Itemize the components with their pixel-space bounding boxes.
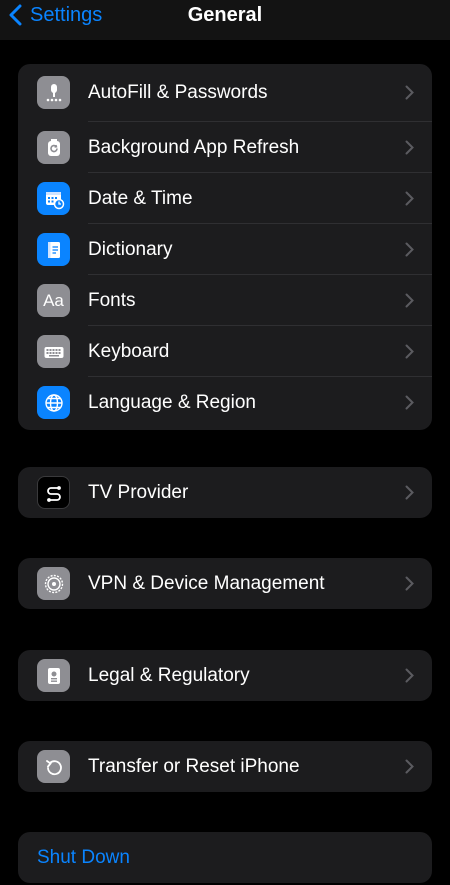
settings-group-shutdown: Shut Down	[18, 832, 432, 883]
row-fonts[interactable]: Aa Fonts	[18, 275, 432, 326]
row-label: Transfer or Reset iPhone	[88, 756, 300, 777]
row-autofill-passwords[interactable]: AutoFill & Passwords	[18, 64, 432, 122]
navigation-bar: Settings General	[0, 0, 450, 40]
chevron-right-icon	[405, 242, 414, 257]
fonts-icon: Aa	[37, 284, 70, 317]
page-title: General	[187, 4, 263, 26]
row-keyboard[interactable]: Keyboard	[18, 326, 432, 377]
row-dictionary[interactable]: Dictionary	[18, 224, 432, 275]
keyboard-icon	[37, 335, 70, 368]
refresh-icon	[37, 131, 70, 164]
row-label: Fonts	[88, 290, 136, 311]
key-icon	[37, 76, 70, 109]
calendar-clock-icon	[37, 182, 70, 215]
row-label: Keyboard	[88, 341, 170, 362]
row-label: Date & Time	[88, 188, 193, 209]
chevron-right-icon	[405, 576, 414, 591]
chevron-right-icon	[405, 85, 414, 100]
row-legal-regulatory[interactable]: Legal & Regulatory	[18, 650, 432, 701]
row-label: Language & Region	[88, 392, 256, 413]
row-tv-provider[interactable]: TV Provider	[18, 467, 432, 518]
chevron-right-icon	[405, 191, 414, 206]
row-vpn-device-management[interactable]: VPN & Device Management	[18, 558, 432, 609]
gear-icon	[37, 567, 70, 600]
row-label: TV Provider	[88, 482, 189, 503]
settings-group-vpn: VPN & Device Management	[18, 558, 432, 609]
settings-group-transfer: Transfer or Reset iPhone	[18, 741, 432, 792]
chevron-right-icon	[405, 293, 414, 308]
settings-group-legal: Legal & Regulatory	[18, 650, 432, 701]
row-date-time[interactable]: Date & Time	[18, 173, 432, 224]
tv-provider-icon	[37, 476, 70, 509]
globe-icon	[37, 386, 70, 419]
chevron-right-icon	[405, 668, 414, 683]
book-icon	[37, 233, 70, 266]
shut-down-button[interactable]: Shut Down	[18, 832, 432, 883]
row-label: Dictionary	[88, 239, 173, 260]
chevron-right-icon	[405, 759, 414, 774]
row-language-region[interactable]: Language & Region	[18, 377, 432, 430]
document-icon	[37, 659, 70, 692]
chevron-right-icon	[405, 485, 414, 500]
row-transfer-reset[interactable]: Transfer or Reset iPhone	[18, 741, 432, 792]
settings-group-general: AutoFill & Passwords Background App Refr…	[18, 64, 432, 430]
chevron-right-icon	[405, 344, 414, 359]
shut-down-label: Shut Down	[37, 847, 130, 868]
reset-icon	[37, 750, 70, 783]
settings-group-tv: TV Provider	[18, 467, 432, 518]
row-label: Legal & Regulatory	[88, 665, 250, 686]
row-label: VPN & Device Management	[88, 573, 325, 594]
row-background-app-refresh[interactable]: Background App Refresh	[18, 122, 432, 173]
chevron-right-icon	[405, 140, 414, 155]
row-label: Background App Refresh	[88, 137, 300, 158]
row-label: AutoFill & Passwords	[88, 82, 268, 103]
chevron-right-icon	[405, 395, 414, 410]
